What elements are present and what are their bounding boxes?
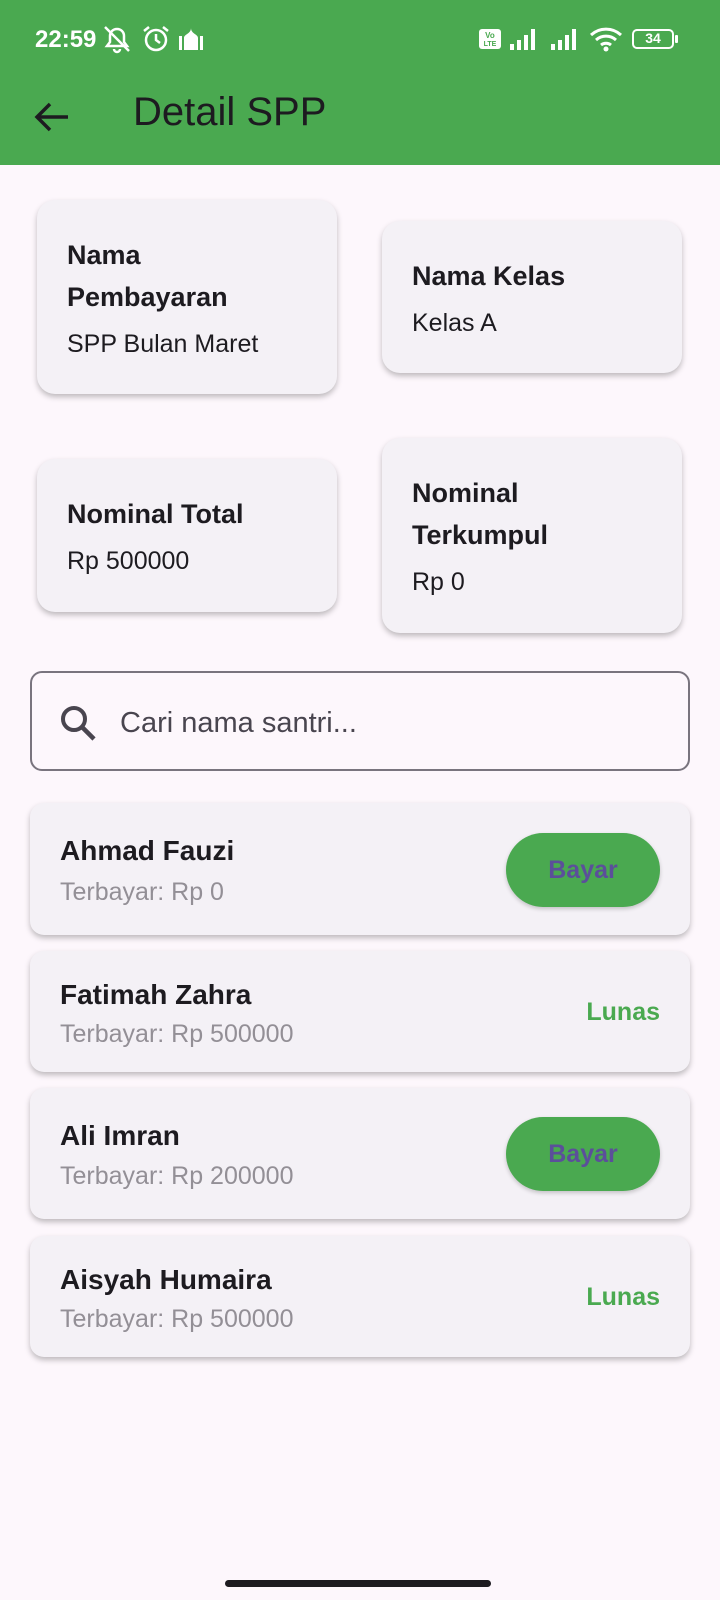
search-box[interactable] bbox=[30, 671, 690, 771]
student-paid: Terbayar: Rp 500000 bbox=[60, 1020, 294, 1048]
svg-text:Vo: Vo bbox=[485, 31, 495, 40]
volte-icon: Vo LTE bbox=[479, 29, 501, 49]
card-nama-pembayaran: Nama Pembayaran SPP Bulan Maret bbox=[37, 200, 337, 394]
battery-level: 34 bbox=[645, 30, 661, 46]
card-value: Kelas A bbox=[412, 309, 497, 337]
toolbar: Detail SPP bbox=[0, 78, 720, 165]
signal-icon bbox=[551, 29, 576, 50]
battery-icon: 34 bbox=[632, 29, 678, 49]
status-bar: 22:59 Vo LTE 34 bbox=[0, 0, 720, 78]
student-paid: Terbayar: Rp 500000 bbox=[60, 1305, 294, 1333]
card-label: Nama Kelas bbox=[412, 261, 566, 291]
svg-text:LTE: LTE bbox=[484, 41, 497, 48]
list-item: Ali Imran Terbayar: Rp 200000 Bayar bbox=[30, 1088, 690, 1219]
search-icon bbox=[61, 706, 96, 741]
wifi-icon bbox=[589, 27, 623, 52]
status-lunas: Lunas bbox=[586, 998, 660, 1026]
mute-icon bbox=[104, 26, 130, 54]
student-name: Aisyah Humaira bbox=[60, 1264, 272, 1295]
card-nama-kelas: Nama Kelas Kelas A bbox=[382, 221, 682, 373]
student-name: Ahmad Fauzi bbox=[60, 835, 235, 866]
list-item: Aisyah Humaira Terbayar: Rp 500000 Lunas bbox=[30, 1236, 690, 1357]
card-nominal-terkumpul: Nominal Terkumpul Rp 0 bbox=[382, 438, 682, 633]
student-paid: Terbayar: Rp 0 bbox=[60, 878, 224, 906]
alarm-icon bbox=[143, 26, 169, 52]
student-paid: Terbayar: Rp 200000 bbox=[60, 1162, 294, 1190]
status-time: 22:59 bbox=[35, 26, 97, 53]
card-label: Nama Pembayaran bbox=[67, 240, 228, 312]
card-nominal-total: Nominal Total Rp 500000 bbox=[37, 459, 337, 612]
bayar-button[interactable]: Bayar bbox=[506, 1117, 660, 1191]
student-name: Ali Imran bbox=[60, 1120, 180, 1151]
gesture-nav-bar[interactable] bbox=[225, 1580, 491, 1587]
app-bar: 22:59 Vo LTE 34 Detail SPP bbox=[0, 0, 720, 165]
arrow-left-icon[interactable] bbox=[28, 92, 78, 142]
card-value: SPP Bulan Maret bbox=[67, 330, 259, 358]
card-value: Rp 0 bbox=[412, 568, 465, 596]
page-title: Detail SPP bbox=[133, 90, 327, 134]
search-input[interactable] bbox=[118, 698, 662, 748]
mosque-icon bbox=[179, 28, 203, 50]
card-label: Nominal Terkumpul bbox=[412, 478, 549, 550]
bayar-button[interactable]: Bayar bbox=[506, 833, 660, 907]
status-lunas: Lunas bbox=[586, 1283, 660, 1311]
student-name: Fatimah Zahra bbox=[60, 979, 252, 1010]
card-value: Rp 500000 bbox=[67, 547, 190, 575]
list-item: Ahmad Fauzi Terbayar: Rp 0 Bayar bbox=[30, 803, 690, 935]
signal-icon bbox=[510, 29, 535, 50]
card-label: Nominal Total bbox=[67, 499, 244, 529]
list-item: Fatimah Zahra Terbayar: Rp 500000 Lunas bbox=[30, 951, 690, 1072]
